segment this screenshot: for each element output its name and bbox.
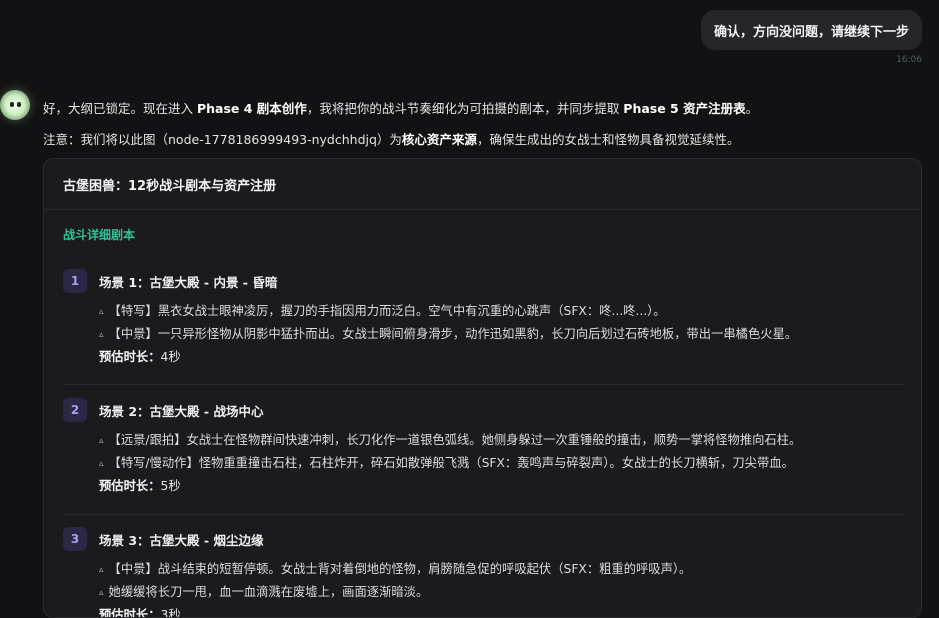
triangle-bullet-icon: ▵ xyxy=(99,588,104,598)
assistant-note: 注意：我们将以此图（node-1778186999493-nydchhdjq）为… xyxy=(43,132,740,147)
shot-line: ▵ 【远景/跟拍】女战士在怪物群间快速冲刺，长刀化作一道银色弧线。她侧身躲过一次重… xyxy=(99,433,802,447)
scene-divider xyxy=(63,384,904,385)
avatar-eye-icon xyxy=(17,102,21,107)
scene-3: 3 场景 3：古堡大殿 - 烟尘边缘 ▵ 【中景】战斗结束的短暂停顿。女战士背对着… xyxy=(63,527,904,618)
scene-divider xyxy=(63,514,904,515)
user-message-text: 确认，方向没问题，请继续下一步 xyxy=(713,24,909,40)
triangle-bullet-icon: ▵ xyxy=(99,436,104,446)
scene-title: 场景 2：古堡大殿 - 战场中心 xyxy=(99,403,264,419)
message-timestamp: 16:06 xyxy=(896,55,922,65)
shot-line: ▵ 【特写/慢动作】怪物重重撞击石柱，石柱炸开，碎石如散弹般飞溅（SFX：轰鸣声与… xyxy=(99,456,794,470)
triangle-bullet-icon: ▵ xyxy=(99,307,104,317)
scene-number-badge: 1 xyxy=(63,269,87,293)
assistant-avatar xyxy=(0,90,30,120)
scene-duration: 预估时长：4秒 xyxy=(99,350,181,364)
scene-2: 2 场景 2：古堡大殿 - 战场中心 ▵ 【远景/跟拍】女战士在怪物群间快速冲刺，… xyxy=(63,398,904,497)
scene-title: 场景 3：古堡大殿 - 烟尘边缘 xyxy=(99,532,264,548)
assistant-intro: 好，大纲已锁定。现在进入 Phase 4 剧本创作，我将把你的战斗节奏细化为可拍… xyxy=(43,101,759,116)
scene-1: 1 场景 1：古堡大殿 - 内景 - 昏暗 ▵ 【特写】黑衣女战士眼神凌厉，握刀的… xyxy=(63,269,904,368)
shot-line: ▵ 她缓缓将长刀一甩，血一血滴溅在废墟上，画面逐渐暗淡。 xyxy=(99,585,429,599)
shot-line: ▵ 【中景】一只异形怪物从阴影中猛扑而出。女战士瞬间俯身滑步，动作迅如黑豹，长刀向… xyxy=(99,327,798,341)
triangle-bullet-icon: ▵ xyxy=(99,330,104,340)
triangle-bullet-icon: ▵ xyxy=(99,459,104,469)
shot-line: ▵ 【特写】黑衣女战士眼神凌厉，握刀的手指因用力而泛白。空气中有沉重的心跳声（SF… xyxy=(99,304,666,318)
triangle-bullet-icon: ▵ xyxy=(99,565,104,575)
user-message-bubble: 确认，方向没问题，请继续下一步 xyxy=(700,10,922,50)
scene-number-badge: 3 xyxy=(63,527,87,551)
shot-line: ▵ 【中景】战斗结束的短暂停顿。女战士背对着倒地的怪物，肩膀随急促的呼吸起伏（SF… xyxy=(99,562,692,576)
scene-duration: 预估时长：3秒 xyxy=(99,608,181,618)
scene-title: 场景 1：古堡大殿 - 内景 - 昏暗 xyxy=(99,274,278,290)
scene-duration: 预估时长：5秒 xyxy=(99,479,181,493)
section-title: 战斗详细剧本 xyxy=(63,228,136,242)
card-title: 古堡困兽：12秒战斗剧本与资产注册 xyxy=(44,159,921,210)
script-card: 古堡困兽：12秒战斗剧本与资产注册 战斗详细剧本 1 场景 1：古堡大殿 - 内… xyxy=(43,158,922,618)
avatar-eye-icon xyxy=(10,102,14,107)
scene-number-badge: 2 xyxy=(63,398,87,422)
